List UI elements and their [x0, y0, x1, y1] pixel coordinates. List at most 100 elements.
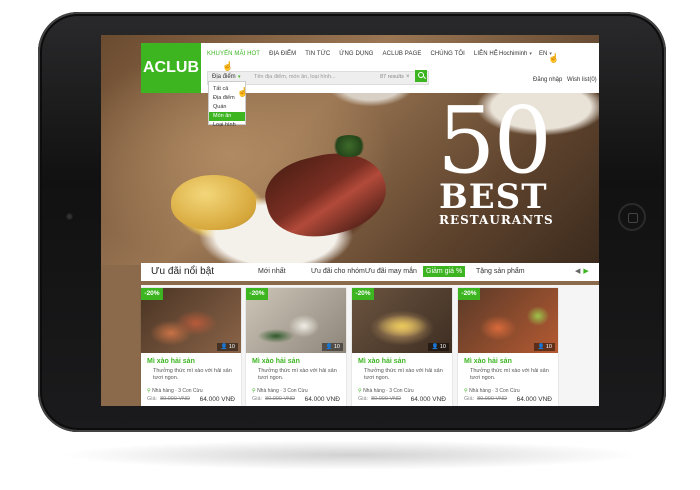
card-title[interactable]: Mì xào hải sản	[464, 358, 512, 365]
offer-cards: -20% 👤 10 Mì xào hải sản Thưởng thức mì …	[141, 285, 599, 406]
discount-badge: -20%	[246, 288, 268, 300]
hero-number: 50	[437, 87, 552, 194]
search-icon[interactable]	[415, 70, 427, 82]
offers-title: Ưu đãi nổi bật	[151, 266, 215, 277]
nav-item-news[interactable]: TIN TỨC	[305, 51, 330, 63]
card-count: 👤 10	[217, 343, 238, 351]
offer-card[interactable]: -20% 👤 10 Mì xào hải sản Thưởng thức mì …	[246, 288, 346, 406]
card-location: 3 Con Cừu	[389, 388, 414, 394]
card-old-price: Giá: 80.000 VNĐ	[252, 396, 295, 402]
tab-arrows: ◀ ▶	[575, 267, 589, 275]
search-results-count: 87 results	[380, 74, 404, 80]
price-label: Giá:	[147, 396, 158, 402]
nav-item-about[interactable]: CHÚNG TÔI	[430, 51, 464, 63]
food-photo-steak	[258, 141, 394, 249]
old-price-value: 80.000 VNĐ	[265, 396, 296, 402]
nav-item-contact[interactable]: LIÊN HỆ	[474, 51, 498, 63]
card-category: Nhà hàng	[363, 388, 385, 394]
camera-icon	[66, 213, 73, 220]
city-label: Hochiminh	[499, 51, 528, 57]
card-count-value: 10	[333, 344, 340, 350]
card-meta: ⚲ Nhà hàng · 3 Con Cừu	[252, 388, 308, 394]
login-link[interactable]: Đăng nhập	[533, 77, 562, 83]
old-price-value: 80.000 VNĐ	[160, 396, 191, 402]
tab-lucky-deals[interactable]: Ưu đãi may mắn	[365, 268, 417, 275]
food-photo-herb	[331, 135, 367, 157]
nav-item-promotions[interactable]: KHUYẾN MÃI HOT	[207, 51, 260, 63]
chevron-down-icon: ▾	[529, 51, 532, 57]
card-category: Nhà hàng	[257, 388, 279, 394]
offer-card[interactable]: -20% 👤 10 Mì xào hải sản Thưởng thức mì …	[352, 288, 452, 406]
card-new-price: 64.000 VNĐ	[516, 396, 552, 403]
search-category[interactable]: Địa điểm	[212, 74, 236, 80]
food-photo-mash	[171, 175, 256, 230]
card-title[interactable]: Mì xào hải sản	[358, 358, 406, 365]
hero-word: BEST	[439, 177, 548, 217]
city-selector[interactable]: Hochiminh ▾	[499, 51, 532, 57]
tab-discount-percent[interactable]: Giảm giá %	[423, 266, 466, 277]
card-description: Thưởng thức mì xào với hải sản tươi ngon…	[470, 368, 549, 381]
tab-newest[interactable]: Mới nhất	[258, 268, 286, 275]
dropdown-option[interactable]: Quán	[209, 103, 245, 112]
card-count: 👤 10	[428, 343, 449, 351]
offers-tabbar: Ưu đãi nổi bật Mới nhất Ưu đãi cho nhóm …	[141, 263, 599, 281]
old-price-value: 80.000 VNĐ	[477, 396, 508, 402]
dropdown-option-selected[interactable]: Món ăn	[209, 112, 245, 121]
card-count-value: 10	[545, 344, 552, 350]
card-description: Thưởng thức mì xào với hải sản tươi ngon…	[153, 368, 232, 381]
old-price-value: 80.000 VNĐ	[371, 396, 402, 402]
card-old-price: Giá: 80.000 VNĐ	[147, 396, 190, 402]
card-location: 3 Con Cừu	[495, 388, 520, 394]
user-icon: 👤	[325, 344, 334, 350]
user-icon: 👤	[220, 344, 229, 350]
pointer-cursor-icon: ☝	[548, 53, 560, 63]
nav-item-apps[interactable]: ỨNG DỤNG	[339, 51, 373, 63]
discount-badge: -20%	[141, 288, 163, 300]
tab-group-deals[interactable]: Ưu đãi cho nhóm	[311, 268, 365, 275]
card-old-price: Giá: 80.000 VNĐ	[464, 396, 507, 402]
card-location: 3 Con Cừu	[178, 388, 203, 394]
price-label: Giá:	[252, 396, 263, 402]
nav-item-places[interactable]: ĐỊA ĐIỂM	[269, 51, 296, 63]
main-nav: KHUYẾN MÃI HOT ĐỊA ĐIỂM TIN TỨC ỨNG DỤNG…	[207, 51, 507, 63]
card-description: Thưởng thức mì xào với hải sản tươi ngon…	[364, 368, 443, 381]
site-logo[interactable]: ACLUB	[141, 43, 201, 93]
card-old-price: Giá: 80.000 VNĐ	[358, 396, 401, 402]
pointer-cursor-icon: ☝	[237, 87, 249, 97]
hero-subword: RESTAURANTS	[439, 213, 554, 227]
language-label: EN	[539, 51, 548, 57]
dropdown-option[interactable]: Loại hình	[209, 121, 245, 130]
nav-item-aclub-page[interactable]: ACLUB PAGE	[383, 51, 422, 63]
chevron-down-icon[interactable]: ▾	[238, 74, 241, 80]
card-title[interactable]: Mì xào hải sản	[252, 358, 300, 365]
device-shadow	[60, 440, 640, 470]
card-new-price: 64.000 VNĐ	[199, 396, 235, 403]
card-meta: ⚲ Nhà hàng · 3 Con Cừu	[464, 388, 520, 394]
card-new-price: 64.000 VNĐ	[410, 396, 446, 403]
discount-badge: -20%	[458, 288, 480, 300]
home-button[interactable]	[618, 203, 646, 231]
card-meta: ⚲ Nhà hàng · 3 Con Cừu	[358, 388, 414, 394]
clear-icon[interactable]: ×	[406, 74, 410, 80]
card-title[interactable]: Mì xào hải sản	[147, 358, 195, 365]
card-new-price: 64.000 VNĐ	[304, 396, 340, 403]
tab-gift-products[interactable]: Tặng sản phẩm	[476, 268, 525, 275]
user-icon: 👤	[537, 344, 546, 350]
price-label: Giá:	[358, 396, 369, 402]
wishlist-link[interactable]: Wish list(0)	[567, 77, 597, 83]
card-location: 3 Con Cừu	[283, 388, 308, 394]
offer-card[interactable]: -20% 👤 10 Mì xào hải sản Thưởng thức mì …	[458, 288, 558, 406]
chevron-left-icon[interactable]: ◀	[575, 268, 580, 275]
card-description: Thưởng thức mì xào với hải sản tươi ngon…	[258, 368, 337, 381]
screen: 50 BEST RESTAURANTS ACLUB KHUYẾN MÃI HOT…	[101, 35, 599, 406]
user-icon: 👤	[431, 344, 440, 350]
search-input[interactable]: Tên địa điểm, món ăn, loại hình...	[254, 74, 336, 80]
pointer-cursor-icon: ☝	[222, 61, 234, 71]
chevron-right-icon[interactable]: ▶	[583, 268, 588, 275]
card-count-value: 10	[228, 344, 235, 350]
card-meta: ⚲ Nhà hàng · 3 Con Cừu	[147, 388, 203, 394]
offer-card[interactable]: -20% 👤 10 Mì xào hải sản Thưởng thức mì …	[141, 288, 241, 406]
card-count-value: 10	[439, 344, 446, 350]
card-count: 👤 10	[534, 343, 555, 351]
discount-badge: -20%	[352, 288, 374, 300]
